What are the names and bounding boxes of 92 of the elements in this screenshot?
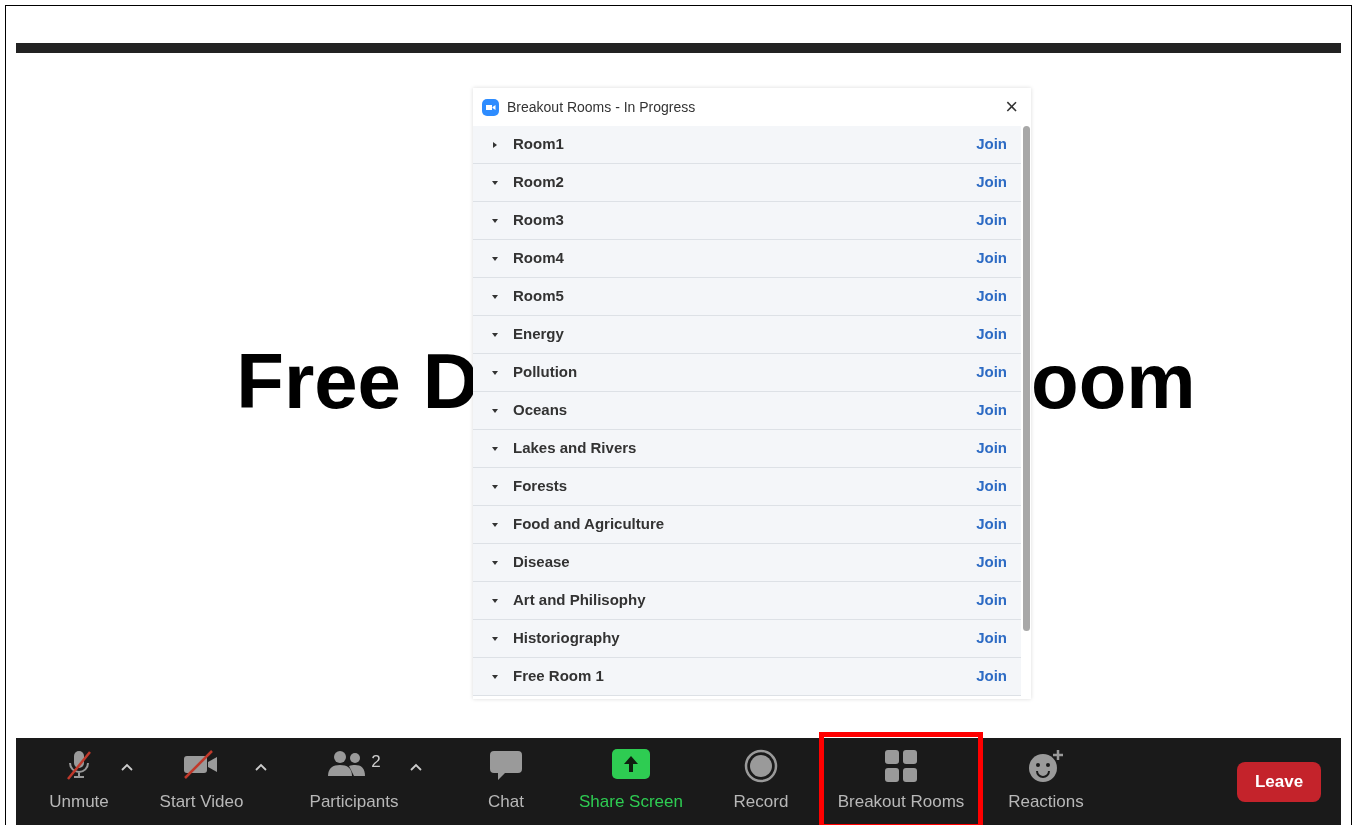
- participant-count: 2: [371, 750, 381, 773]
- caret-down-icon[interactable]: [491, 254, 499, 263]
- room-name: Lakes and Rivers: [513, 438, 638, 459]
- room-row[interactable]: Room5 Join: [473, 278, 1021, 316]
- join-link[interactable]: Join: [976, 285, 1007, 308]
- caret-down-icon[interactable]: [491, 292, 499, 301]
- join-link[interactable]: Join: [976, 665, 1007, 688]
- toolbar-button[interactable]: Start Video: [159, 748, 244, 815]
- toolbar-button[interactable]: Reactions: [1008, 748, 1084, 815]
- caret-down-icon[interactable]: [491, 558, 499, 567]
- chat-bubble-icon: [489, 748, 523, 781]
- toolbar-label: Record: [733, 790, 789, 813]
- toolbar-label: Chat: [488, 790, 524, 813]
- caret-up-icon[interactable]: [255, 762, 268, 771]
- toolbar-label: Participants: [309, 790, 399, 813]
- room-row[interactable]: Lakes and Rivers Join: [473, 430, 1021, 468]
- room-name: Room5: [513, 286, 565, 307]
- room-row[interactable]: Room4 Join: [473, 240, 1021, 278]
- join-link[interactable]: Join: [976, 437, 1007, 460]
- caret-down-icon[interactable]: [491, 482, 499, 491]
- room-name: Disease: [513, 552, 571, 573]
- room-name: Free Room 1: [513, 666, 605, 687]
- caret-down-icon[interactable]: [491, 520, 499, 529]
- room-row[interactable]: Free Room 1 Join: [473, 658, 1021, 696]
- room-name: Room1: [513, 134, 565, 155]
- room-row[interactable]: Forests Join: [473, 468, 1021, 506]
- room-row[interactable]: Room3 Join: [473, 202, 1021, 240]
- room-row[interactable]: Room2 Join: [473, 164, 1021, 202]
- toolbar-button[interactable]: Unmute: [49, 748, 109, 815]
- caret-up-icon[interactable]: [410, 762, 423, 771]
- join-link[interactable]: Join: [976, 133, 1007, 156]
- video-camera-logo-icon: [482, 98, 499, 116]
- room-name: Art and Philisophy: [513, 590, 647, 611]
- join-link[interactable]: Join: [976, 399, 1007, 422]
- toolbar-button[interactable]: Chat: [488, 748, 524, 815]
- room-row[interactable]: Oceans Join: [473, 392, 1021, 430]
- caret-down-icon[interactable]: [491, 368, 499, 377]
- join-link[interactable]: Join: [976, 513, 1007, 536]
- caret-down-icon[interactable]: [491, 330, 499, 339]
- caret-down-icon[interactable]: [491, 444, 499, 453]
- room-name: Food and Agriculture: [513, 514, 666, 535]
- close-button[interactable]: ×: [1001, 96, 1022, 118]
- join-link[interactable]: Join: [976, 209, 1007, 232]
- join-link[interactable]: Join: [976, 589, 1007, 612]
- leave-button[interactable]: Leave: [1237, 761, 1321, 802]
- toolbar-button[interactable]: Share Screen: [579, 748, 683, 815]
- dialog-title: Breakout Rooms - In Progress: [507, 97, 697, 117]
- join-link[interactable]: Join: [976, 627, 1007, 650]
- caret-down-icon[interactable]: [491, 406, 499, 415]
- caret-down-icon[interactable]: [491, 216, 499, 225]
- room-row[interactable]: Historiography Join: [473, 620, 1021, 658]
- toolbar-label: Start Video: [159, 790, 244, 813]
- room-row[interactable]: Disease Join: [473, 544, 1021, 582]
- caret-down-icon[interactable]: [491, 596, 499, 605]
- room-name: Historiography: [513, 628, 621, 649]
- toolbar-label: Unmute: [49, 790, 109, 813]
- room-row[interactable]: Energy Join: [473, 316, 1021, 354]
- toolbar-label: Reactions: [1008, 790, 1084, 813]
- scrollbar-thumb[interactable]: [1023, 126, 1030, 631]
- join-link[interactable]: Join: [976, 247, 1007, 270]
- join-link[interactable]: Join: [976, 475, 1007, 498]
- caret-right-icon[interactable]: [491, 140, 499, 149]
- slide-title: oom: [1031, 336, 1196, 427]
- room-row[interactable]: Food and Agriculture Join: [473, 506, 1021, 544]
- room-name: Pollution: [513, 362, 579, 383]
- toolbar-label: Share Screen: [579, 790, 683, 813]
- toolbar-label: Breakout Rooms: [837, 790, 965, 813]
- room-name: Room3: [513, 210, 565, 231]
- record-icon: [744, 748, 778, 783]
- muted-microphone-icon: [64, 748, 94, 781]
- room-row[interactable]: Room1 Join: [473, 126, 1021, 164]
- grid-icon: [884, 748, 918, 783]
- join-link[interactable]: Join: [976, 323, 1007, 346]
- caret-down-icon[interactable]: [491, 634, 499, 643]
- room-name: Oceans: [513, 400, 569, 421]
- room-name: Forests: [513, 476, 569, 497]
- caret-up-icon[interactable]: [120, 762, 133, 771]
- toolbar-button[interactable]: Breakout Rooms: [837, 748, 965, 815]
- room-name: Energy: [513, 324, 565, 345]
- join-link[interactable]: Join: [976, 551, 1007, 574]
- smiley-add-icon: [1028, 748, 1064, 783]
- toolbar-button[interactable]: 2 Participants: [309, 748, 399, 815]
- caret-down-icon[interactable]: [491, 672, 499, 681]
- room-name: Room2: [513, 172, 565, 193]
- join-link[interactable]: Join: [976, 361, 1007, 384]
- join-link[interactable]: Join: [976, 171, 1007, 194]
- room-row[interactable]: Pollution Join: [473, 354, 1021, 392]
- room-row[interactable]: Art and Philisophy Join: [473, 582, 1021, 620]
- room-name: Room4: [513, 248, 565, 269]
- toolbar-button[interactable]: Record: [733, 748, 789, 815]
- people-icon: [327, 748, 368, 777]
- caret-down-icon[interactable]: [491, 178, 499, 187]
